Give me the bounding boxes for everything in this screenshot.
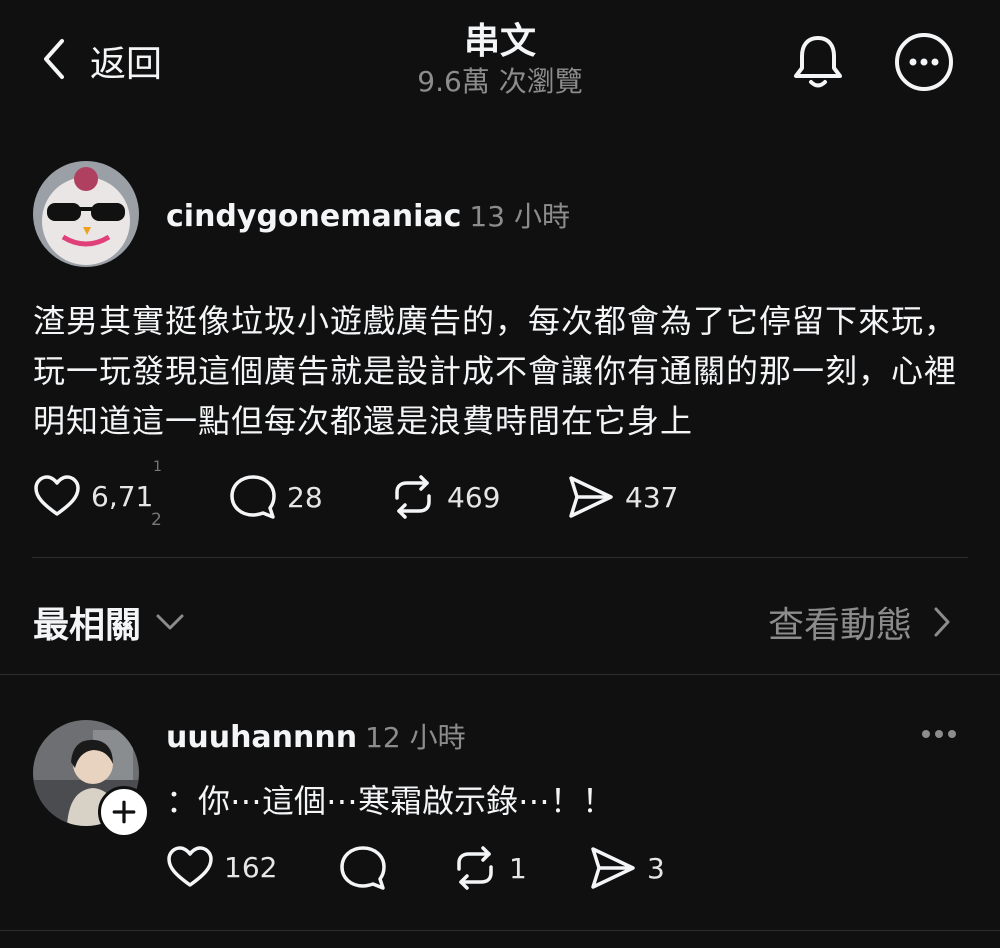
reply-like-button[interactable]: 162 bbox=[166, 845, 277, 889]
reply-share-count: 3 bbox=[647, 851, 665, 885]
reply-repost-button[interactable]: 1 bbox=[451, 845, 527, 891]
header-title-block: 串文 9.6萬 次瀏覽 bbox=[0, 20, 1000, 100]
chevron-down-icon bbox=[156, 614, 184, 630]
author-avatar[interactable] bbox=[33, 161, 139, 267]
more-dots-icon bbox=[922, 730, 956, 738]
post-time: 13 小時 bbox=[469, 200, 570, 233]
heart-icon bbox=[167, 846, 213, 887]
post-body: 渣男其實挺像垃圾小遊戲廣告的，每次都會為了它停留下來玩，玩一玩發現這個廣告就是設… bbox=[33, 302, 958, 440]
reply-username[interactable]: uuuhannnn bbox=[166, 720, 357, 755]
reply-meta: uuuhannnn 12 小時 bbox=[166, 716, 466, 756]
comment-button[interactable]: 28 bbox=[229, 474, 323, 520]
share-button[interactable]: 437 bbox=[567, 474, 678, 520]
repost-count: 469 bbox=[447, 480, 501, 514]
reply-more-button[interactable] bbox=[920, 722, 960, 750]
chevron-right-icon bbox=[934, 607, 950, 637]
like-button[interactable]: 6,71 bbox=[33, 474, 153, 518]
like-count-tail-top: 1 bbox=[153, 459, 162, 475]
author-username[interactable]: cindygonemaniac bbox=[166, 199, 461, 234]
post-meta: cindygonemaniac 13 小時 bbox=[166, 195, 570, 235]
comment-icon bbox=[230, 475, 276, 519]
comment-count: 28 bbox=[287, 480, 323, 514]
comment-icon bbox=[340, 846, 386, 890]
divider bbox=[0, 930, 1000, 931]
page-title: 串文 bbox=[463, 21, 536, 62]
reply-time: 12 小時 bbox=[365, 721, 466, 754]
divider bbox=[32, 557, 968, 558]
like-count: 6,71 bbox=[91, 479, 154, 513]
reply-comment-button[interactable] bbox=[339, 845, 397, 891]
repost-icon bbox=[395, 475, 431, 519]
plus-icon bbox=[112, 800, 136, 824]
divider bbox=[0, 674, 1000, 675]
reply-like-count: 162 bbox=[224, 850, 278, 884]
share-icon bbox=[591, 847, 635, 889]
reply-repost-count: 1 bbox=[509, 851, 527, 885]
repost-icon bbox=[457, 846, 493, 890]
view-count: 9.6萬 次瀏覽 bbox=[417, 65, 583, 98]
share-count: 437 bbox=[625, 480, 679, 514]
reply-share-button[interactable]: 3 bbox=[589, 845, 665, 891]
like-count-tail-bottom: 2 bbox=[151, 510, 162, 530]
follow-button[interactable] bbox=[98, 786, 150, 838]
reply-body: ：你⋯這個⋯寒霜啟示錄⋯！！ bbox=[166, 782, 615, 820]
more-circle-icon bbox=[895, 33, 953, 91]
notification-button[interactable] bbox=[788, 32, 848, 92]
sort-label: 最相關 bbox=[33, 605, 142, 646]
repost-button[interactable]: 469 bbox=[389, 474, 500, 520]
bell-icon bbox=[794, 36, 842, 88]
view-activity-link[interactable]: 查看動態 bbox=[768, 596, 952, 648]
view-activity-label: 查看動態 bbox=[767, 605, 912, 646]
heart-icon bbox=[34, 475, 80, 516]
more-options-button[interactable] bbox=[894, 32, 954, 92]
share-icon bbox=[569, 476, 613, 518]
sort-dropdown[interactable]: 最相關 bbox=[33, 596, 185, 648]
